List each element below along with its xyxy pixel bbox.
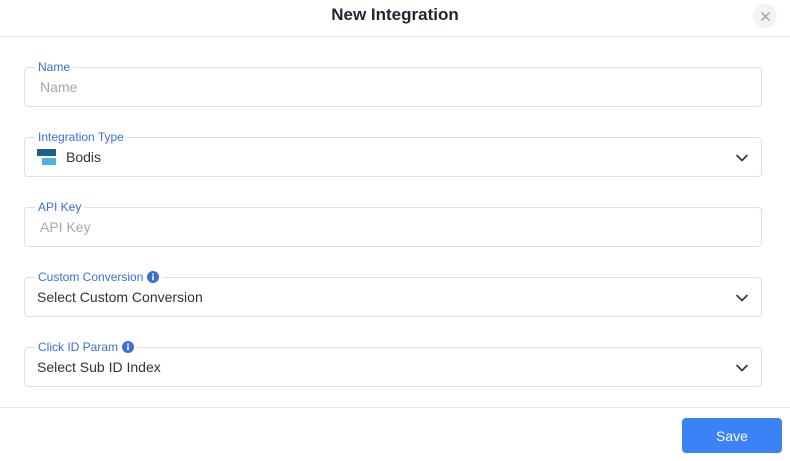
modal-footer: Save <box>0 407 790 461</box>
chevron-down-icon <box>736 154 748 162</box>
integration-type-text: Bodis <box>66 149 102 165</box>
custom-conversion-select[interactable]: Custom Conversion Select Custom Conversi… <box>24 270 762 317</box>
chevron-down-icon <box>736 364 748 372</box>
name-input[interactable] <box>40 68 740 106</box>
bodis-logo-icon <box>37 149 56 165</box>
close-icon <box>760 11 770 21</box>
save-button[interactable]: Save <box>682 418 782 453</box>
modal-header: New Integration <box>0 0 790 37</box>
api-key-field: API Key <box>24 200 762 247</box>
chevron-down-icon <box>736 294 748 302</box>
custom-conversion-value: Select Custom Conversion <box>37 289 203 305</box>
name-field: Name <box>24 60 762 107</box>
integration-type-value: Bodis <box>37 138 101 176</box>
integration-type-select[interactable]: Integration Type Bodis <box>24 130 762 177</box>
new-integration-modal: New Integration Name Integration Type Bo… <box>0 0 790 461</box>
close-button[interactable] <box>753 4 777 28</box>
click-id-param-select[interactable]: Click ID Param Select Sub ID Index <box>24 340 762 387</box>
api-key-input[interactable] <box>40 208 740 246</box>
click-id-param-value: Select Sub ID Index <box>37 359 161 375</box>
modal-title: New Integration <box>331 5 459 24</box>
